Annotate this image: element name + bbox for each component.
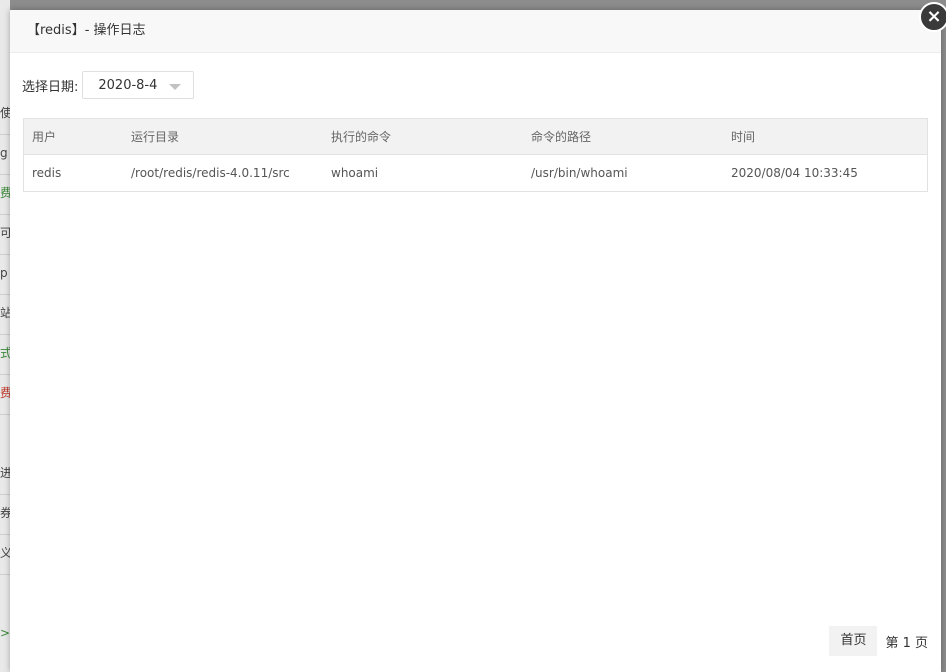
date-filter: 选择日期: 2020-8-4 xyxy=(22,70,195,100)
cell-user: redis xyxy=(32,166,62,180)
background-text: > xyxy=(0,626,10,640)
divider xyxy=(0,534,10,535)
table-row: redis /root/redis/redis-4.0.11/src whoam… xyxy=(24,155,927,191)
divider xyxy=(0,294,10,295)
background-text: 费 xyxy=(0,186,10,200)
page-indicator: 第 1 页 xyxy=(885,635,928,651)
column-header-run-dir: 运行目录 xyxy=(131,130,180,144)
column-header-time: 时间 xyxy=(731,130,756,144)
date-select-value: 2020-8-4 xyxy=(98,78,158,93)
background-text: g xyxy=(0,146,8,160)
first-page-button[interactable]: 首页 xyxy=(829,626,878,656)
divider xyxy=(0,574,10,575)
background-text: 费 xyxy=(0,386,10,400)
divider xyxy=(0,374,10,375)
column-header-user: 用户 xyxy=(32,130,57,144)
divider xyxy=(0,214,10,215)
dialog-title: 【redis】- 操作日志 xyxy=(27,23,146,38)
operation-log-dialog: 【redis】- 操作日志 × 选择日期: 2020-8-4 用户 运行目录 执… xyxy=(10,2,946,672)
background-text: 进 xyxy=(0,466,10,480)
divider xyxy=(0,334,10,335)
background-text: 义 xyxy=(0,546,10,560)
background-text: 使 xyxy=(0,106,10,120)
cell-run-dir: /root/redis/redis-4.0.11/src xyxy=(131,166,290,180)
divider xyxy=(0,174,10,175)
pagination: 首页 第 1 页 xyxy=(829,626,928,656)
cell-command-path: /usr/bin/whoami xyxy=(531,166,628,180)
divider xyxy=(0,494,10,495)
table-header-row: 用户 运行目录 执行的命令 命令的路径 时间 xyxy=(24,119,927,155)
column-header-command: 执行的命令 xyxy=(331,130,392,144)
background-text: 站 xyxy=(0,306,10,320)
cell-time: 2020/08/04 10:33:45 xyxy=(731,166,858,180)
close-icon[interactable]: × xyxy=(919,2,946,32)
date-filter-label: 选择日期: xyxy=(22,79,79,95)
dialog-header: 【redis】- 操作日志 xyxy=(10,10,941,53)
date-select[interactable]: 2020-8-4 xyxy=(82,71,195,99)
background-text: 可 xyxy=(0,226,10,240)
chevron-down-icon xyxy=(169,84,182,90)
divider xyxy=(0,134,10,135)
background-text: p xyxy=(0,266,8,280)
log-table: 用户 运行目录 执行的命令 命令的路径 时间 redis /root/redis… xyxy=(23,118,928,192)
cell-command: whoami xyxy=(331,166,379,180)
divider xyxy=(0,254,10,255)
background-text: 券 xyxy=(0,506,10,520)
background-text: 式 xyxy=(0,346,10,360)
column-header-command-path: 命令的路径 xyxy=(531,130,592,144)
background-page: 使 g 费 可 p 站 式 费 进 券 义 > xyxy=(0,0,10,672)
divider xyxy=(0,414,10,415)
